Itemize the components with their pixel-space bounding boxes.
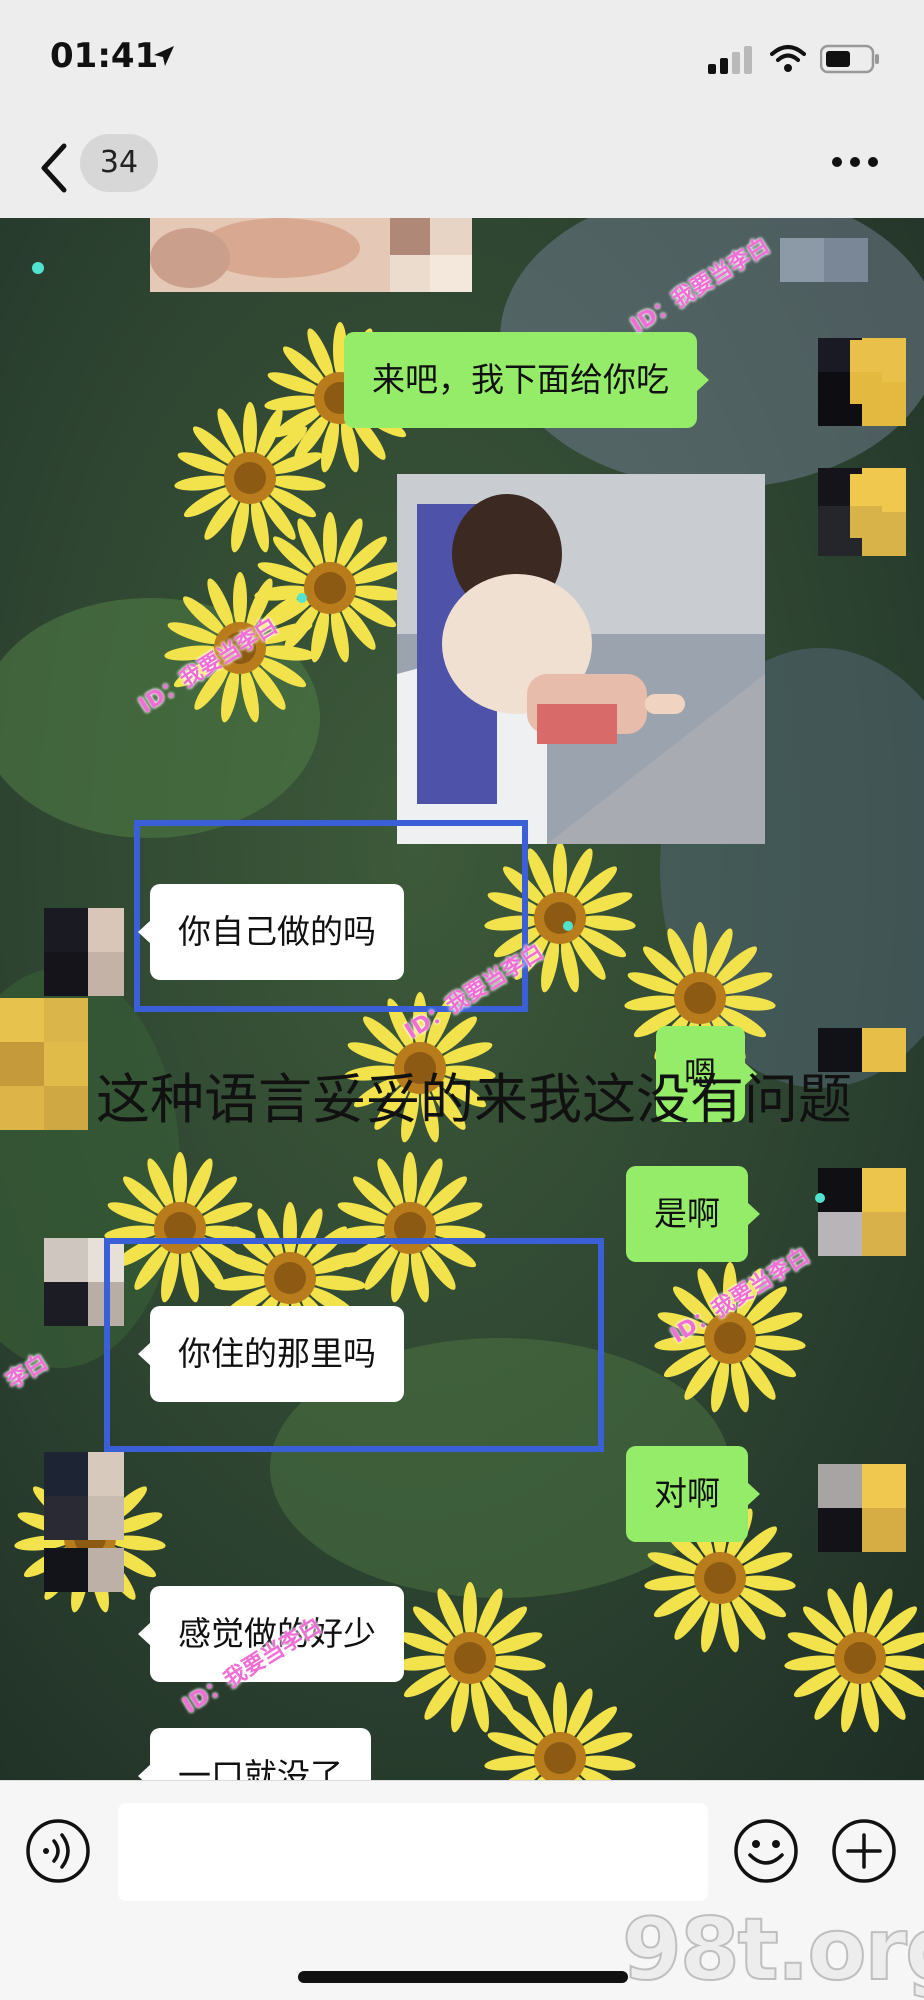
back-chevron-icon[interactable] [36,140,76,196]
wifi-icon [770,45,806,72]
status-time: 01:41 [50,36,159,76]
message-sent-6[interactable]: 对啊 [626,1446,760,1542]
emoji-icon[interactable] [732,1817,800,1885]
message-sent-4[interactable]: 是啊 [626,1166,760,1262]
battery-icon [820,44,879,74]
message-received-2[interactable]: 你自己做的吗 [138,884,404,980]
home-indicator[interactable] [298,1971,628,1983]
add-attachment-icon[interactable] [830,1817,898,1885]
more-options-icon[interactable] [830,150,880,174]
cropped-photo-message[interactable] [150,218,472,292]
signal-icon [708,46,752,74]
site-watermark: 98t.org [621,1899,924,2000]
message-text-field[interactable] [118,1803,708,1901]
status-bar: 01:41 [0,0,924,120]
status-icons [708,40,888,80]
chat-message-area[interactable]: 来吧，我下面给你吃 你自己做的吗 嗯 这种语言妥妥的来我这没有问题 是啊 你住的… [0,218,924,1780]
unread-count-badge[interactable]: 34 [80,134,158,192]
message-sent-1[interactable]: 来吧，我下面给你吃 [344,332,709,428]
my-avatar[interactable] [818,474,882,538]
message-received-8[interactable]: 一口就没了 [138,1728,371,1780]
overlay-caption: 这种语言妥妥的来我这没有问题 [96,1068,852,1131]
my-avatar[interactable] [818,340,882,404]
location-arrow-icon [154,46,174,66]
message-received-5[interactable]: 你住的那里吗 [138,1306,404,1402]
photo-message-child[interactable] [397,474,765,844]
voice-input-icon[interactable] [24,1817,92,1885]
